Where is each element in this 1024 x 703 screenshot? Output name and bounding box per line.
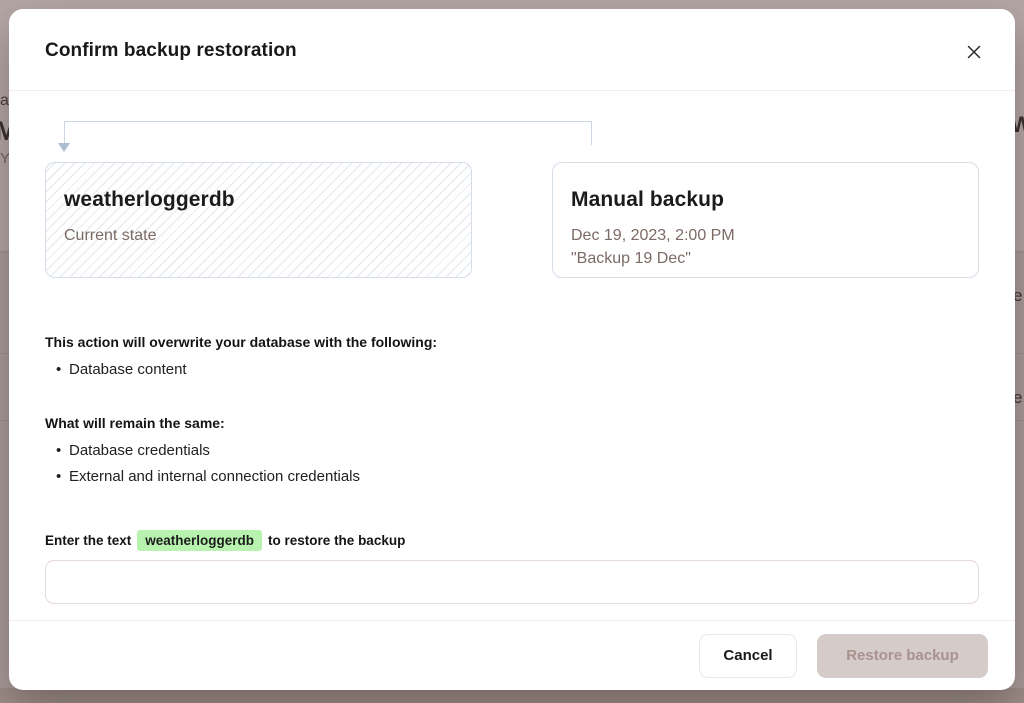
- database-name: weatherloggerdb: [64, 188, 453, 212]
- dialog-body: weatherloggerdb Current state Manual bac…: [9, 91, 1015, 620]
- arrow-down-icon: [58, 143, 70, 152]
- backup-timestamp: Dec 19, 2023, 2:00 PM: [571, 224, 960, 247]
- remain-section: What will remain the same: Database cred…: [45, 415, 979, 490]
- overwrite-list: Database content: [45, 357, 979, 383]
- restore-flow-connector: [45, 121, 979, 153]
- cancel-button[interactable]: Cancel: [699, 634, 797, 678]
- current-state-card: weatherloggerdb Current state: [45, 162, 472, 278]
- list-item: Database content: [45, 357, 979, 383]
- confirm-text-input[interactable]: [45, 560, 979, 604]
- remain-heading: What will remain the same:: [45, 415, 979, 431]
- close-button[interactable]: [963, 42, 985, 64]
- dialog-header: Confirm backup restoration: [9, 9, 1015, 91]
- confirm-label-prefix: Enter the text: [45, 533, 131, 548]
- backup-type-title: Manual backup: [571, 188, 960, 212]
- confirm-token-highlight: weatherloggerdb: [137, 530, 262, 551]
- background-text-fragment: a: [0, 92, 9, 110]
- state-diagram: weatherloggerdb Current state Manual bac…: [45, 162, 979, 278]
- manual-backup-card: Manual backup Dec 19, 2023, 2:00 PM "Bac…: [552, 162, 979, 278]
- backup-label: "Backup 19 Dec": [571, 247, 960, 270]
- confirm-backup-restoration-dialog: Confirm backup restoration weatherlogger…: [9, 9, 1015, 690]
- restore-backup-button[interactable]: Restore backup: [817, 634, 988, 678]
- current-state-caption: Current state: [64, 224, 453, 247]
- dialog-footer: Cancel Restore backup: [9, 620, 1015, 690]
- overwrite-section: This action will overwrite your database…: [45, 334, 979, 383]
- overwrite-heading: This action will overwrite your database…: [45, 334, 979, 350]
- list-item: External and internal connection credent…: [45, 464, 979, 490]
- close-icon: [967, 45, 981, 62]
- confirm-text-label: Enter the text weatherloggerdb to restor…: [45, 530, 979, 551]
- connector-line: [64, 121, 592, 145]
- list-item: Database credentials: [45, 438, 979, 464]
- dialog-title: Confirm backup restoration: [36, 40, 988, 62]
- confirm-label-suffix: to restore the backup: [268, 533, 405, 548]
- remain-list: Database credentials External and intern…: [45, 438, 979, 490]
